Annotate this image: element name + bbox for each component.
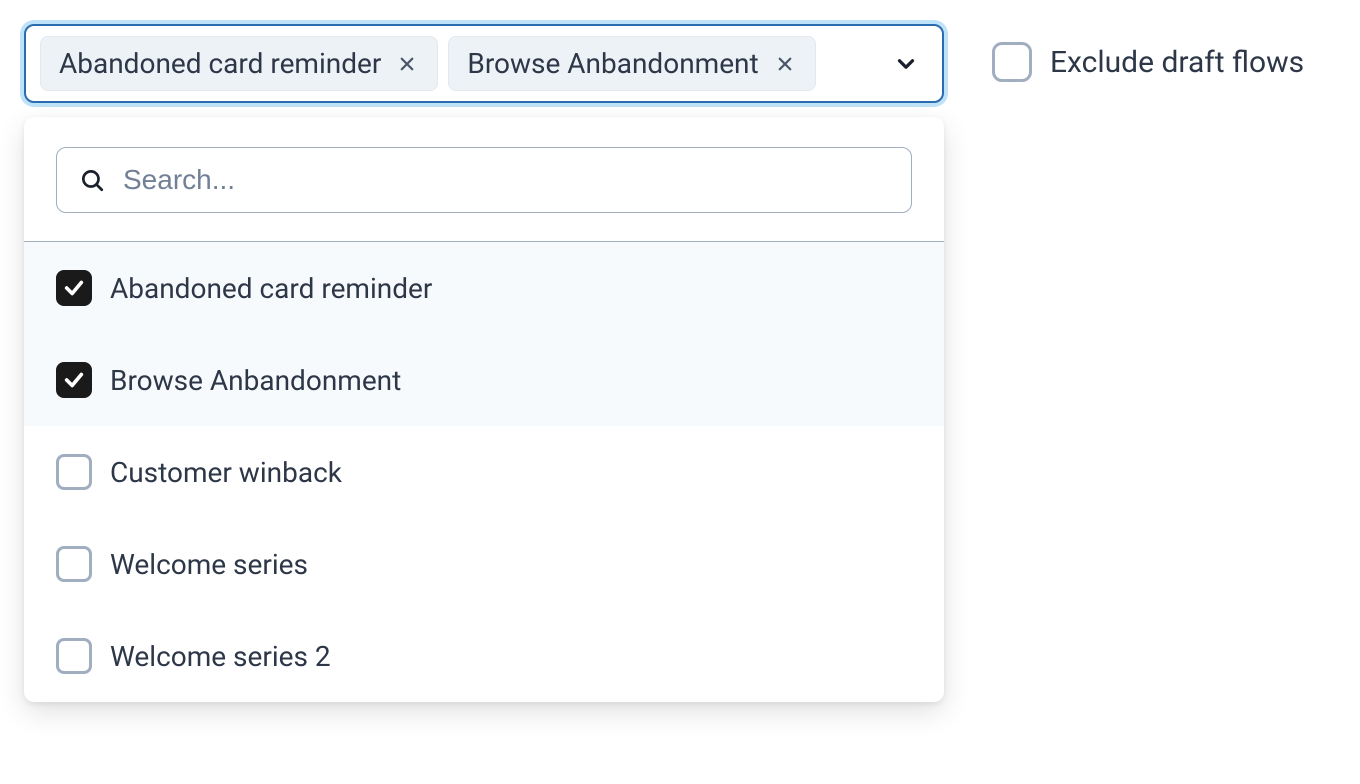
multiselect-control[interactable]: Abandoned card reminder Browse Anbandonm… xyxy=(24,24,944,103)
checkbox-checked-icon[interactable] xyxy=(56,270,92,306)
exclude-label: Exclude draft flows xyxy=(1050,45,1304,80)
option-label: Welcome series 2 xyxy=(110,640,331,673)
option-label: Customer winback xyxy=(110,456,342,489)
checkbox-unchecked-icon[interactable] xyxy=(56,454,92,490)
checkbox-checked-icon[interactable] xyxy=(56,362,92,398)
selected-chip: Browse Anbandonment xyxy=(448,36,815,91)
option-label: Welcome series xyxy=(110,548,308,581)
search-input[interactable] xyxy=(123,164,889,196)
checkbox-unchecked-icon[interactable] xyxy=(56,546,92,582)
exclude-draft-flows: Exclude draft flows xyxy=(992,24,1304,82)
option-label: Abandoned card reminder xyxy=(110,272,432,305)
option-abandoned-card-reminder[interactable]: Abandoned card reminder xyxy=(24,242,944,334)
search-icon xyxy=(79,167,105,193)
checkbox-unchecked-icon[interactable] xyxy=(56,638,92,674)
close-icon[interactable] xyxy=(395,52,419,76)
exclude-checkbox[interactable] xyxy=(992,42,1032,82)
search-field[interactable] xyxy=(56,147,912,213)
flow-multiselect: Abandoned card reminder Browse Anbandonm… xyxy=(24,24,944,702)
selected-chip: Abandoned card reminder xyxy=(40,36,438,91)
chevron-down-icon[interactable] xyxy=(884,42,928,86)
option-browse-abandonment[interactable]: Browse Anbandonment xyxy=(24,334,944,426)
option-customer-winback[interactable]: Customer winback xyxy=(24,426,944,518)
search-wrap xyxy=(24,117,944,241)
option-label: Browse Anbandonment xyxy=(110,364,401,397)
chip-label: Abandoned card reminder xyxy=(59,47,381,80)
dropdown-panel: Abandoned card reminder Browse Anbandonm… xyxy=(24,117,944,702)
chip-label: Browse Anbandonment xyxy=(467,47,758,80)
option-welcome-series-2[interactable]: Welcome series 2 xyxy=(24,610,944,702)
option-welcome-series[interactable]: Welcome series xyxy=(24,518,944,610)
close-icon[interactable] xyxy=(773,52,797,76)
